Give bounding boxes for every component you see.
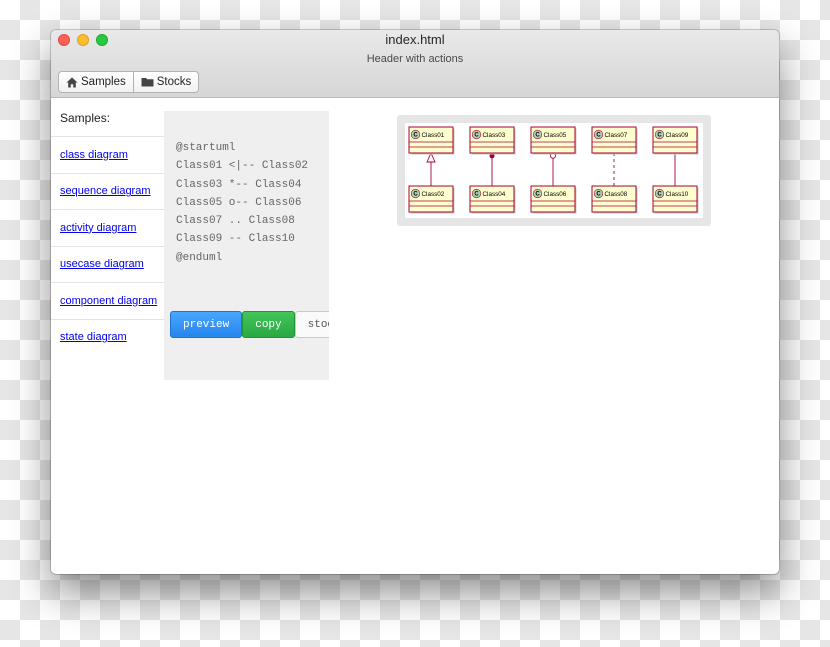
component-diagram-link[interactable]: component diagram: [60, 295, 157, 307]
class-badge-letter: C: [596, 192, 601, 198]
usecase-diagram-link[interactable]: usecase diagram: [60, 258, 144, 270]
code-line: Class09 -- Class10: [176, 233, 295, 246]
class-badge-letter: C: [413, 192, 418, 198]
samples-sidebar: Samples: class diagram sequence diagram …: [51, 99, 164, 355]
home-icon: [66, 77, 78, 88]
class-name: Class03: [483, 132, 506, 139]
class-name: Class01: [422, 132, 445, 139]
preview-button[interactable]: preview: [170, 311, 243, 338]
title-bar: index.html Header with actions Samples S…: [51, 30, 779, 98]
class-name: Class07: [605, 132, 628, 139]
copy-button[interactable]: copy: [242, 311, 295, 338]
class-badge-letter: C: [596, 133, 601, 139]
class-badge-letter: C: [535, 192, 540, 198]
class-name: Class04: [483, 191, 506, 198]
class-badge-letter: C: [657, 133, 662, 139]
toolbar: Samples Stocks: [58, 71, 200, 93]
code-line: @startuml: [176, 142, 236, 154]
code-line: Class01 <|-- Class02: [176, 160, 309, 173]
class-name: Class10: [666, 191, 689, 198]
state-diagram-link[interactable]: state diagram: [60, 331, 127, 343]
header-subtitle: Header with actions: [366, 53, 464, 65]
code-line: @enduml: [176, 251, 223, 264]
uml-source-code[interactable]: @startuml Class01 <|-- Class02 Class03 *--…: [164, 111, 329, 267]
folder-icon: [141, 77, 154, 87]
class-name: Class08: [605, 191, 628, 198]
code-line: Class07 .. Class08: [176, 215, 295, 228]
sidebar-item-class-diagram: class diagram: [51, 136, 164, 173]
samples-heading: Samples:: [60, 111, 111, 125]
class-name: Class05: [544, 132, 567, 139]
class-name: Class09: [666, 132, 689, 139]
class-diagram-link[interactable]: class diagram: [60, 149, 128, 161]
activity-diagram-link[interactable]: activity diagram: [60, 222, 136, 234]
editor-actions: preview copy stocks: [170, 311, 329, 338]
class-name: Class02: [422, 191, 445, 198]
class-badge-letter: C: [474, 133, 479, 139]
sidebar-item-usecase-diagram: usecase diagram: [51, 245, 164, 283]
uml-class-diagram: C Class01 C Class02 C Class03 C Class04 C Class05…: [405, 123, 703, 218]
class-badge-letter: C: [535, 133, 540, 139]
class-badge-letter: C: [657, 192, 662, 198]
sidebar-item-sequence-diagram: sequence diagram: [51, 172, 164, 210]
main-content: Samples: class diagram sequence diagram …: [51, 99, 779, 574]
class-badge-letter: C: [474, 192, 479, 198]
sequence-diagram-link[interactable]: sequence diagram: [60, 185, 151, 197]
diagram-preview-panel: C Class01 C Class02 C Class03 C Class04 C Class05…: [397, 115, 711, 226]
sidebar-item-activity-diagram: activity diagram: [51, 209, 164, 246]
uml-source-editor[interactable]: @startuml Class01 <|-- Class02 Class03 *--…: [164, 111, 329, 380]
stocks-action-button[interactable]: stocks: [294, 311, 329, 338]
code-line: Class05 o-- Class06: [176, 196, 302, 209]
stocks-button-label: Stocks: [156, 76, 192, 88]
app-window: index.html Header with actions Samples S…: [51, 30, 779, 574]
samples-button[interactable]: Samples: [58, 71, 134, 93]
class-name: Class06: [544, 191, 567, 198]
code-line: Class03 *-- Class04: [176, 178, 302, 191]
sidebar-item-state-diagram: state diagram: [51, 318, 164, 356]
window-title: index.html: [385, 32, 445, 47]
stocks-button[interactable]: Stocks: [133, 71, 200, 93]
uml-diagram-canvas: C Class01 C Class02 C Class03 C Class04 C Class05…: [408, 126, 699, 214]
samples-button-label: Samples: [81, 76, 126, 88]
sidebar-item-component-diagram: component diagram: [51, 282, 164, 319]
class-badge-letter: C: [413, 133, 418, 139]
